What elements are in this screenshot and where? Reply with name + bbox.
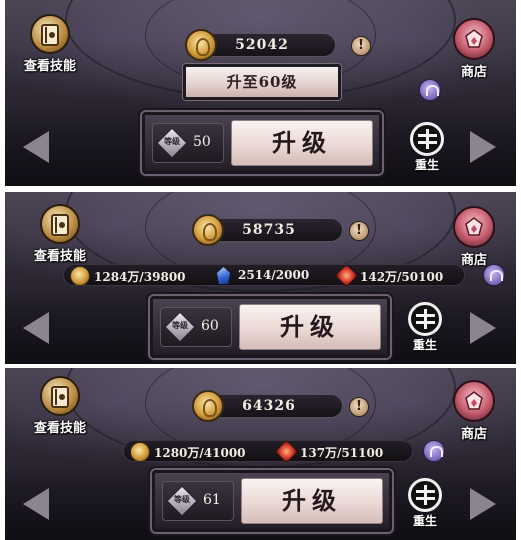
view-skills-label: 查看技能 [33, 421, 86, 436]
shop-button[interactable]: 商店 [448, 18, 500, 84]
gold-counter: 58735 [192, 214, 343, 246]
rebirth-icon [408, 478, 442, 512]
gold-value: 64326 [242, 398, 296, 414]
view-skills-button[interactable]: 查看技能 [19, 14, 81, 84]
alert-icon[interactable]: ! [351, 36, 371, 56]
upgrade-frame: 等级 61 升级 [152, 470, 392, 532]
level-badge-icon: 等级 [166, 488, 196, 516]
upgrade-to-level-button[interactable]: 升至60级 [183, 64, 341, 100]
shop-button[interactable]: 商店 [448, 380, 500, 446]
previous-arrow-icon[interactable] [21, 484, 51, 524]
shop-button[interactable]: 商店 [448, 206, 500, 272]
rebirth-icon [408, 302, 442, 336]
upgrade-frame: 等级 60 升级 [150, 296, 390, 358]
level-badge-label: 等级 [164, 137, 180, 146]
resource-bar: 1284万/39800 2514/2000 142万/50100 [63, 263, 465, 288]
gold-value: 58735 [242, 222, 296, 238]
rebirth-button[interactable]: 重生 [405, 478, 445, 540]
gold-counter: 52042 [185, 29, 336, 61]
view-skills-label: 查看技能 [33, 249, 86, 264]
view-skills-label: 查看技能 [23, 59, 76, 74]
upgrade-button[interactable]: 升级 [239, 304, 381, 350]
next-arrow-icon[interactable] [468, 484, 498, 524]
upgrade-frame: 等级 50 升级 [142, 112, 382, 174]
previous-arrow-icon[interactable] [21, 127, 51, 167]
red-rune-icon [334, 263, 359, 288]
level-display: 等级 50 [152, 123, 224, 163]
rebirth-label: 重生 [412, 338, 437, 352]
shop-label: 商店 [460, 427, 487, 442]
upgrade-panel-2: 查看技能 58735 ! 商店 1284万/39800 2514/2000 14… [5, 192, 516, 364]
gold-counter: 64326 [192, 390, 343, 422]
alert-icon[interactable]: ! [349, 221, 369, 241]
level-badge-label: 等级 [174, 495, 190, 504]
rebirth-icon [410, 122, 444, 156]
skill-book-icon [30, 14, 70, 54]
level-badge-label: 等级 [172, 321, 188, 330]
shop-icon [453, 206, 495, 248]
bell-icon[interactable] [419, 79, 441, 101]
level-display: 等级 60 [160, 307, 232, 347]
resource-gold-value: 1284万/39800 [94, 270, 186, 284]
upgrade-label: 升级 [280, 312, 340, 341]
red-rune-icon [274, 439, 299, 464]
upgrade-panel-3: 查看技能 64326 ! 商店 1280万/41000 137万/51100 等… [5, 368, 516, 540]
shop-label: 商店 [460, 65, 487, 80]
resource-rune-value: 142万/50100 [360, 270, 444, 284]
resource-rune-value: 137万/51100 [300, 446, 384, 460]
blue-crystal-icon [214, 266, 234, 286]
upgrade-button[interactable]: 升级 [241, 478, 383, 524]
shop-icon [453, 380, 495, 422]
gold-coin-icon [130, 442, 150, 462]
upgrade-label: 升级 [282, 486, 342, 515]
next-arrow-icon[interactable] [468, 308, 498, 348]
gold-value: 52042 [235, 37, 289, 53]
level-value: 50 [193, 134, 211, 150]
resource-crystal-value: 2514/2000 [238, 268, 310, 282]
upgrade-panel-1: 查看技能 52042 ! 商店 升至60级 等级 50 升级 重生 [5, 0, 516, 186]
level-badge-icon: 等级 [156, 130, 186, 158]
resource-bar: 1280万/41000 137万/51100 [123, 439, 413, 464]
upgrade-label: 升级 [272, 128, 332, 157]
skill-book-icon [40, 204, 80, 244]
rebirth-button[interactable]: 重生 [407, 122, 447, 184]
shop-icon [453, 18, 495, 60]
alert-icon[interactable]: ! [349, 397, 369, 417]
upgrade-to-level-label: 升至60级 [226, 73, 298, 91]
view-skills-button[interactable]: 查看技能 [29, 376, 91, 446]
rebirth-label: 重生 [412, 514, 437, 528]
level-value: 61 [203, 492, 221, 508]
skill-book-icon [40, 376, 80, 416]
bell-icon[interactable] [483, 264, 505, 286]
level-value: 60 [201, 318, 219, 334]
bell-icon[interactable] [423, 440, 445, 462]
previous-arrow-icon[interactable] [21, 308, 51, 348]
next-arrow-icon[interactable] [468, 127, 498, 167]
gold-coin-icon [70, 266, 90, 286]
upgrade-button[interactable]: 升级 [231, 120, 373, 166]
resource-gold-value: 1280万/41000 [154, 446, 246, 460]
level-badge-icon: 等级 [164, 314, 194, 342]
rebirth-label: 重生 [414, 158, 439, 172]
rebirth-button[interactable]: 重生 [405, 302, 445, 364]
level-display: 等级 61 [162, 481, 234, 521]
